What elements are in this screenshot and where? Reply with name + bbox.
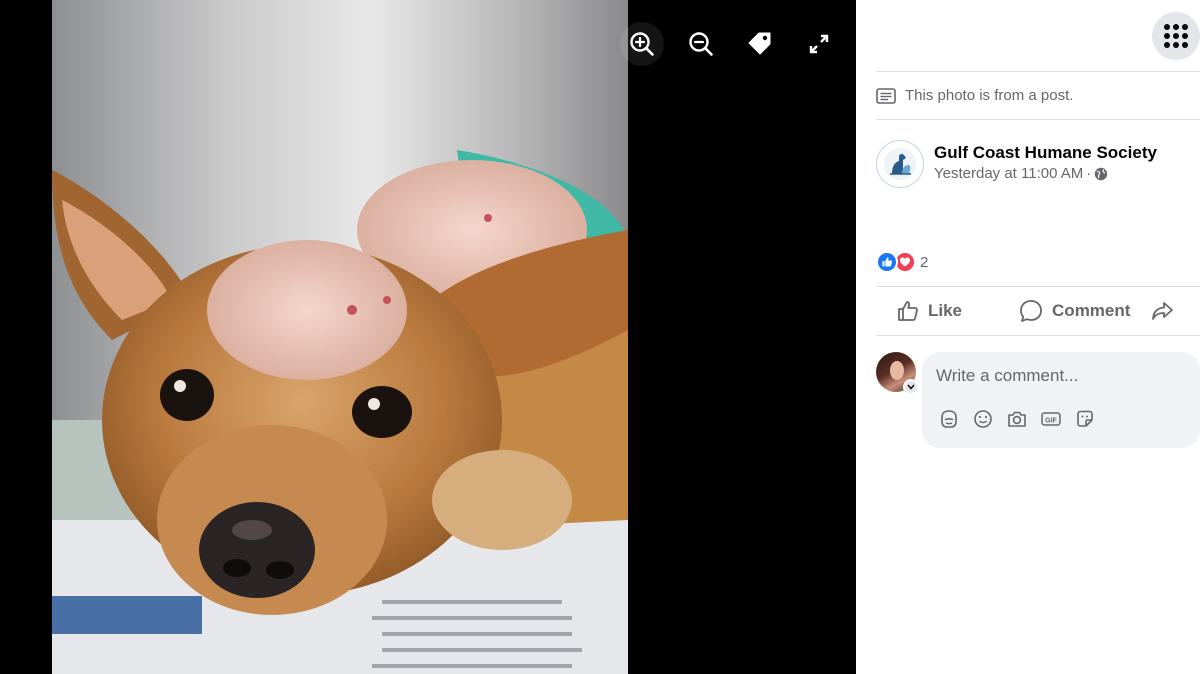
timestamp-separator: · — [1086, 165, 1092, 182]
comment-tools: GIF — [936, 406, 1106, 432]
post-author: Gulf Coast Humane Society Yesterday at 1… — [876, 140, 1200, 190]
share-button[interactable] — [1150, 299, 1182, 323]
photo-viewer — [0, 0, 856, 674]
fullscreen-button[interactable] — [797, 22, 841, 66]
sticker-button[interactable] — [1072, 406, 1098, 432]
dog-photo — [52, 0, 628, 674]
grid-menu-icon — [1164, 24, 1188, 48]
zoom-in-icon — [630, 32, 654, 56]
user-avatar[interactable] — [876, 352, 919, 395]
zoom-in-button[interactable] — [620, 22, 664, 66]
avatar-sticker-icon — [941, 410, 957, 428]
viewer-toolbar — [620, 22, 856, 66]
comment-bubble-icon — [1020, 300, 1042, 322]
like-button[interactable]: Like — [896, 299, 962, 323]
page-name[interactable]: Gulf Coast Humane Society — [934, 142, 1157, 164]
panel-header — [876, 0, 1200, 72]
post-source-text: This photo is from a post. — [905, 87, 1074, 104]
comment-label: Comment — [1052, 301, 1131, 320]
zoom-out-icon — [689, 32, 713, 56]
post-actions: Like Comment — [876, 286, 1200, 336]
post-photo[interactable] — [52, 0, 628, 674]
post-timestamp-row: Yesterday at 11:00 AM · — [934, 164, 1157, 184]
tag-photo-button[interactable] — [738, 22, 782, 66]
author-meta: Gulf Coast Humane Society Yesterday at 1… — [934, 140, 1157, 190]
camera-icon — [1008, 411, 1026, 427]
globe-icon — [1094, 167, 1108, 181]
comment-box: GIF — [922, 352, 1200, 448]
like-reaction-icon — [876, 251, 898, 273]
post-icon — [876, 87, 896, 104]
page-avatar[interactable] — [876, 140, 924, 188]
chevron-down-icon[interactable] — [903, 379, 919, 395]
like-label: Like — [928, 301, 963, 320]
humane-society-logo-icon — [884, 148, 916, 180]
svg-text:GIF: GIF — [1045, 417, 1057, 424]
comment-composer: GIF — [876, 352, 1200, 448]
zoom-out-button[interactable] — [679, 22, 723, 66]
reaction-count: 2 — [920, 253, 929, 271]
fullscreen-icon — [809, 34, 829, 54]
comment-button[interactable]: Comment — [1018, 298, 1130, 324]
gif-button[interactable]: GIF — [1038, 406, 1064, 432]
post-source-note[interactable]: This photo is from a post. — [876, 72, 1200, 120]
thumbs-up-icon — [898, 301, 918, 321]
emoji-button[interactable] — [970, 406, 996, 432]
tag-icon — [748, 32, 771, 55]
photo-button[interactable] — [1004, 406, 1030, 432]
avatar-sticker-button[interactable] — [936, 406, 962, 432]
share-arrow-icon — [1152, 302, 1174, 320]
comment-input[interactable] — [936, 364, 1196, 388]
gif-icon: GIF — [1041, 412, 1061, 426]
sticker-icon — [1077, 410, 1093, 427]
post-details-panel: This photo is from a post. Gulf Coast Hu… — [856, 0, 1200, 674]
emoji-icon — [974, 410, 992, 428]
menu-button[interactable] — [1152, 12, 1200, 60]
reaction-summary[interactable]: 2 — [876, 250, 1200, 274]
post-timestamp[interactable]: Yesterday at 11:00 AM — [934, 164, 1083, 184]
